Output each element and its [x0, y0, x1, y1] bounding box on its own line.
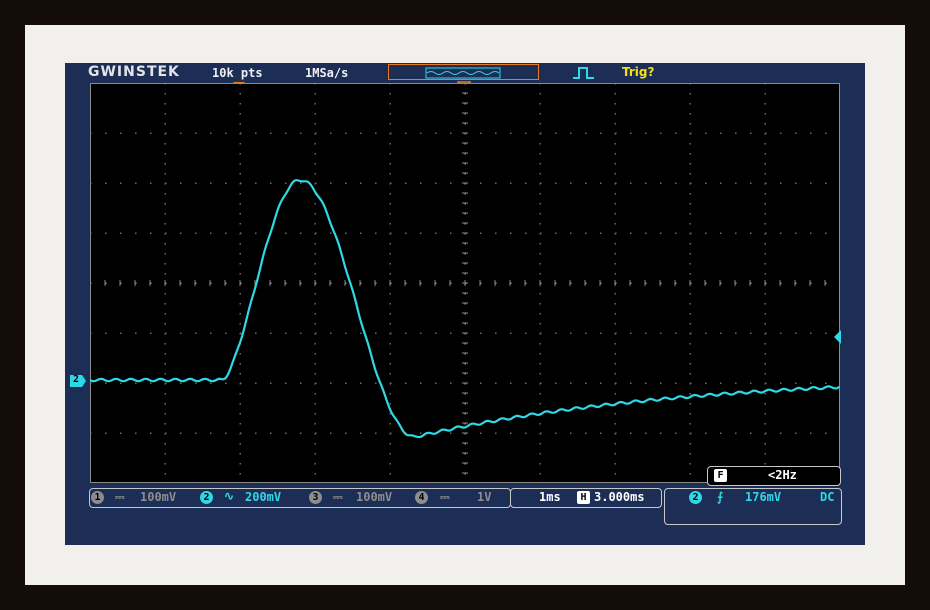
- rising-edge-icon: ⨍: [717, 490, 724, 504]
- channel-4-scale: 1V: [477, 490, 492, 504]
- graticule: [90, 83, 840, 483]
- frequency-counter: F <2Hz: [707, 466, 841, 486]
- trigger-source-badge: 2: [689, 491, 702, 504]
- oscilloscope-screen: GWINSTEK 10k pts 1MSa/s Trig? 2 F <2Hz 1…: [65, 63, 865, 545]
- trigger-level: 176mV: [745, 490, 782, 504]
- channel-3-badge[interactable]: 3: [309, 491, 322, 504]
- trigger-coupling: DC: [820, 490, 835, 504]
- channel-4-badge[interactable]: 4: [415, 491, 428, 504]
- record-length: 10k pts: [212, 66, 263, 80]
- status-bar: GWINSTEK 10k pts 1MSa/s Trig?: [65, 63, 865, 83]
- trigger-level-marker[interactable]: [832, 330, 842, 344]
- dc-coupling-icon: ⎓: [333, 490, 343, 504]
- dc-coupling-icon: ⎓: [440, 490, 450, 504]
- waveform-display[interactable]: [90, 83, 840, 483]
- trigger-frequency: <2Hz: [768, 468, 797, 482]
- channel-marker-label: 2: [73, 374, 80, 385]
- brand-logo: GWINSTEK: [88, 64, 180, 80]
- ac-coupling-icon: ∿: [224, 489, 235, 503]
- memory-window-indicator: [388, 64, 539, 80]
- horizontal-position: 3.000ms: [594, 490, 645, 504]
- channel-2-scale: 200mV: [245, 490, 282, 504]
- horizontal-position-badge: H: [577, 491, 590, 504]
- trigger-settings[interactable]: 2 ⨍ 176mV DC: [664, 488, 842, 525]
- channel-settings: 1 ⎓ 100mV 2 ∿ 200mV 3 ⎓ 100mV 4 ⎓ 1V: [89, 488, 511, 508]
- info-bar: F <2Hz 1 ⎓ 100mV 2 ∿ 200mV 3 ⎓ 100mV 4 ⎓…: [65, 466, 865, 545]
- channel-1-badge[interactable]: 1: [91, 491, 104, 504]
- memory-waveform-icon: [425, 67, 501, 79]
- channel-1-scale: 100mV: [140, 490, 177, 504]
- channel-2-badge[interactable]: 2: [200, 491, 213, 504]
- pulse-trigger-icon: [573, 67, 594, 79]
- sample-rate: 1MSa/s: [305, 66, 349, 80]
- channel-3-scale: 100mV: [356, 490, 393, 504]
- frequency-badge: F: [714, 469, 727, 482]
- dc-coupling-icon: ⎓: [115, 490, 125, 504]
- channel-2-ground-marker[interactable]: 2: [70, 375, 86, 387]
- channel-2-waveform: [90, 179, 840, 439]
- trigger-status: Trig?: [622, 65, 655, 79]
- timebase-settings[interactable]: 1ms H 3.000ms: [510, 488, 662, 508]
- time-per-division: 1ms: [539, 490, 561, 504]
